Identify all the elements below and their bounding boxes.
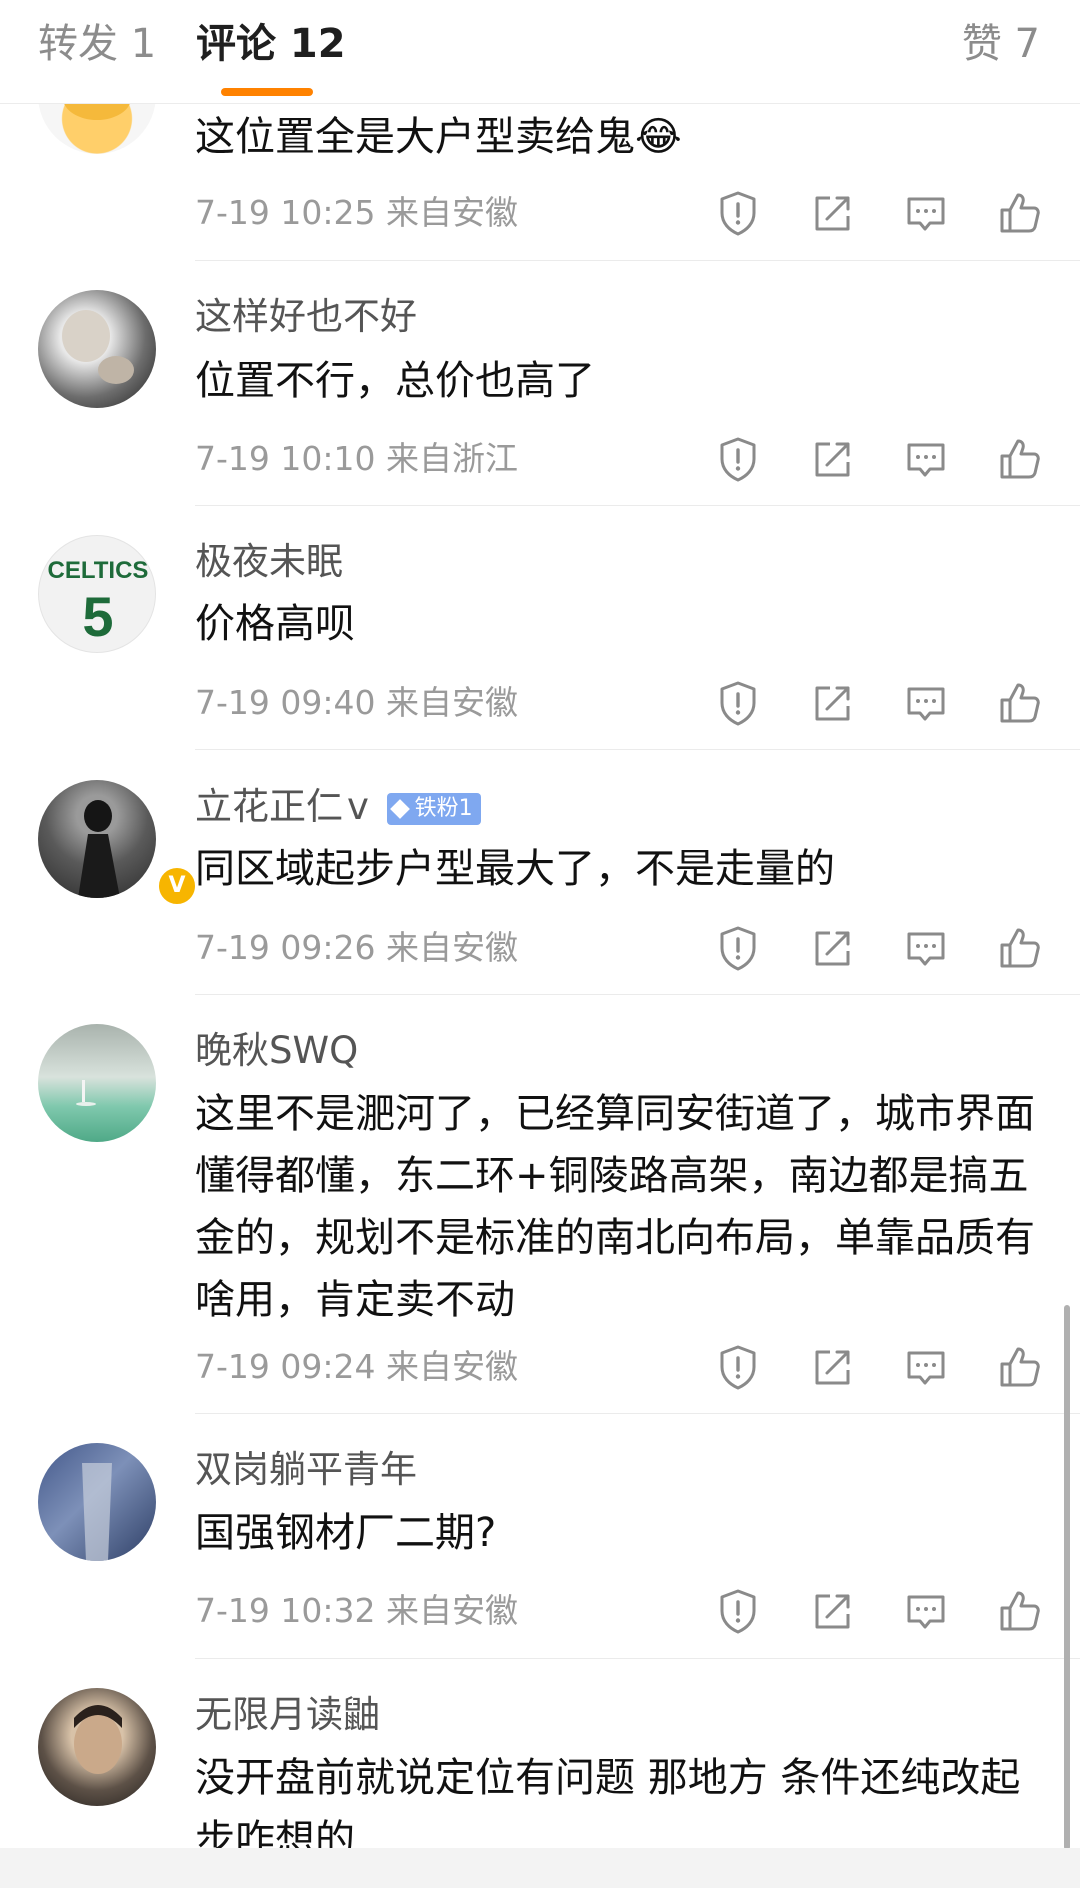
svg-text:CELTICS: CELTICS <box>48 557 149 584</box>
username-row: 立花正仁 v 铁粉1 <box>195 782 481 832</box>
fan-badge: 铁粉1 <box>386 792 481 825</box>
tab-comments[interactable]: 评论 12 <box>196 16 346 72</box>
avatar[interactable] <box>38 1024 156 1142</box>
username[interactable]: 立花正仁 <box>195 785 343 828</box>
divider <box>195 505 1080 506</box>
active-tab-indicator <box>221 88 313 96</box>
report-icon[interactable] <box>710 920 766 976</box>
username[interactable]: 无限月读鼬 <box>195 1690 380 1740</box>
comment-meta: 7-19 09:40 来自安徽 <box>195 683 518 722</box>
tab-likes[interactable]: 赞 7 <box>962 16 1040 72</box>
comment-actions <box>710 1339 1050 1395</box>
like-icon[interactable] <box>992 1339 1048 1395</box>
comment-meta: 7-19 09:26 来自安徽 <box>195 928 518 967</box>
divider <box>195 749 1080 750</box>
username[interactable]: 极夜未眠 <box>195 537 343 587</box>
report-icon[interactable] <box>710 1339 766 1395</box>
comment-text: 国强钢材厂二期? <box>195 1510 497 1556</box>
share-icon[interactable] <box>804 1339 860 1395</box>
comment-text: 同区域起步户型最大了，不是走量的 <box>195 846 835 892</box>
divider <box>195 1658 1080 1659</box>
scrollbar[interactable] <box>1064 1305 1070 1850</box>
like-icon[interactable] <box>992 431 1048 487</box>
comment-meta: 7-19 10:32 来自安徽 <box>195 1591 518 1630</box>
comment-actions <box>710 1583 1050 1639</box>
reply-icon[interactable] <box>898 431 954 487</box>
like-icon[interactable] <box>992 1583 1048 1639</box>
share-icon[interactable] <box>804 1583 860 1639</box>
reply-icon[interactable] <box>898 675 954 731</box>
comment-actions <box>710 185 1050 241</box>
avatar[interactable] <box>38 290 156 408</box>
reply-icon[interactable] <box>898 1339 954 1395</box>
like-icon[interactable] <box>992 185 1048 241</box>
username-suffix: v <box>347 785 369 828</box>
comment-text: 这里不是淝河了，已经算同安街道了，城市界面懂得都懂，东二环+铜陵路高架，南边都是… <box>195 1091 1035 1323</box>
report-icon[interactable] <box>710 431 766 487</box>
comment-meta: 7-19 09:24 来自安徽 <box>195 1347 518 1386</box>
comment-meta: 7-19 10:25 来自安徽 <box>195 193 518 232</box>
avatar[interactable] <box>38 1443 156 1561</box>
bottom-bar <box>0 1848 1080 1888</box>
username[interactable]: 双岗躺平青年 <box>195 1445 417 1495</box>
like-icon[interactable] <box>992 920 1048 976</box>
comment-actions <box>710 431 1050 487</box>
reply-icon[interactable] <box>898 1583 954 1639</box>
laughing-crying-emoji-icon: 😂 <box>635 114 682 160</box>
report-icon[interactable] <box>710 185 766 241</box>
divider <box>195 994 1080 995</box>
share-icon[interactable] <box>804 185 860 241</box>
comment-text: 价格高呗 <box>195 601 355 647</box>
divider <box>195 260 1080 261</box>
username[interactable]: 晚秋SWQ <box>195 1026 358 1076</box>
like-icon[interactable] <box>992 675 1048 731</box>
reply-icon[interactable] <box>898 185 954 241</box>
divider <box>195 1413 1080 1414</box>
comment-text: 没开盘前就说定位有问题 那地方 条件还纯改起步咋想的 <box>195 1755 1021 1848</box>
username[interactable]: 这样好也不好 <box>195 292 417 342</box>
tab-repost[interactable]: 转发 1 <box>38 16 156 72</box>
svg-text:5: 5 <box>82 585 113 648</box>
share-icon[interactable] <box>804 431 860 487</box>
verified-badge-icon: V <box>156 865 198 907</box>
report-icon[interactable] <box>710 675 766 731</box>
share-icon[interactable] <box>804 920 860 976</box>
comment-text: 这位置全是大户型卖给鬼😂 <box>195 114 682 160</box>
share-icon[interactable] <box>804 675 860 731</box>
diamond-icon <box>389 798 410 819</box>
comment-meta: 7-19 10:10 来自浙江 <box>195 439 518 478</box>
avatar[interactable]: CELTICS 5 <box>38 535 156 653</box>
comment-actions <box>710 675 1050 731</box>
tab-bar: 转发 1 评论 12 赞 7 <box>0 0 1080 104</box>
reply-icon[interactable] <box>898 920 954 976</box>
comment-text: 位置不行，总价也高了 <box>195 358 595 404</box>
avatar[interactable] <box>38 1688 156 1806</box>
report-icon[interactable] <box>710 1583 766 1639</box>
comment-actions <box>710 920 1050 976</box>
avatar[interactable]: V <box>38 780 198 907</box>
